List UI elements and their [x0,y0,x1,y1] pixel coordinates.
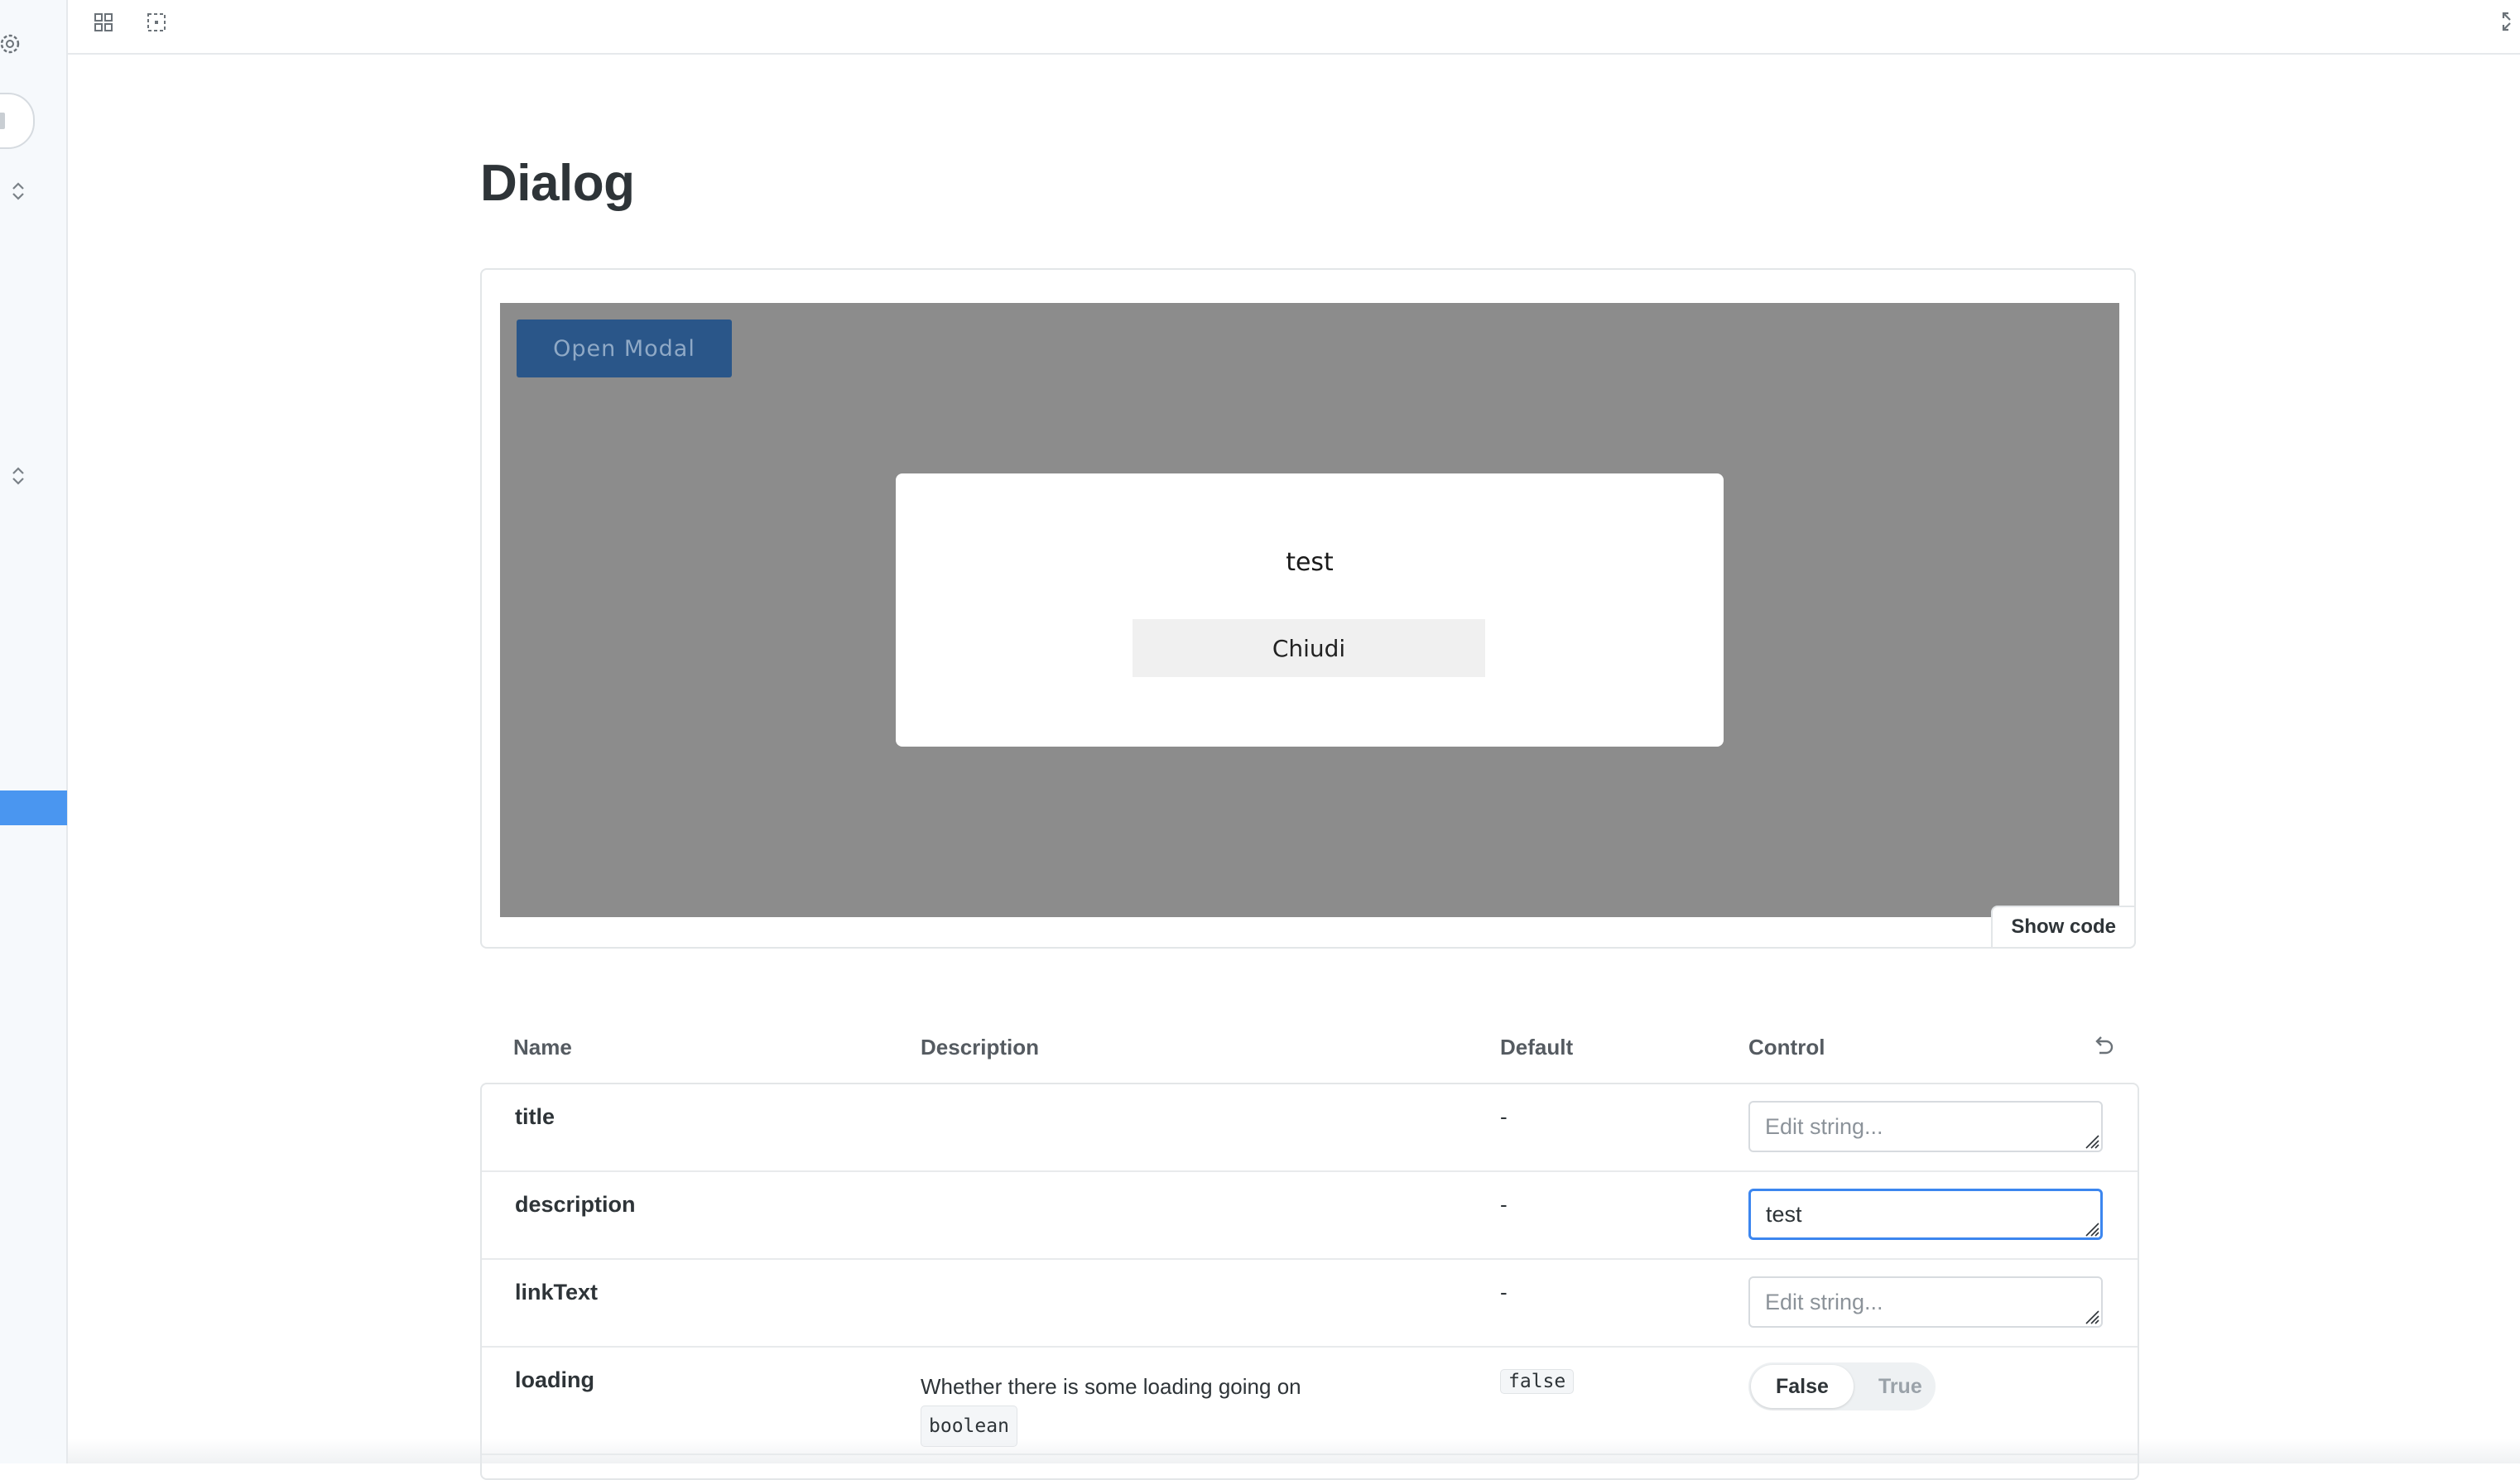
page-title: Dialog [480,155,635,212]
arg-name: description [515,1192,636,1217]
arg-default: - [1500,1104,1508,1129]
arg-default: false [1500,1367,1575,1394]
title-input[interactable] [1748,1101,2103,1152]
arg-name: linkText [515,1280,599,1305]
expand-icon[interactable] [2502,10,2520,33]
col-header-default: Default [1500,1035,1574,1060]
grid-icon[interactable] [91,10,116,35]
modal-dialog: test Chiudi [896,473,1724,747]
table-row: description - [482,1172,2138,1260]
preview-canvas: Open Modal test Chiudi [500,303,2119,917]
scroll-fade [68,1439,2520,1463]
col-header-description: Description [921,1035,1040,1060]
toolbar [68,0,2520,55]
toggle-false-option[interactable]: False [1751,1365,1854,1408]
arg-description: Whether there is some loading going on b… [921,1367,1301,1447]
sidebar-search-pill[interactable] [0,93,35,149]
col-header-name: Name [513,1035,572,1060]
story-preview: Open Modal test Chiudi Show code [480,268,2136,949]
open-modal-button[interactable]: Open Modal [517,320,732,377]
args-table: title - description - linkText - loading [480,1083,2139,1480]
chevron-updown-icon[interactable] [10,465,26,487]
sidebar [0,0,68,1463]
modal-description: test [1286,548,1334,577]
undo-icon[interactable] [2090,1035,2116,1060]
gear-icon[interactable] [0,31,25,56]
loading-toggle[interactable]: False True [1748,1362,1936,1410]
arg-name: title [515,1104,555,1129]
sidebar-item-active[interactable] [0,790,67,825]
arg-description-text: Whether there is some loading going on [921,1374,1301,1399]
arg-default: - [1500,1192,1508,1217]
show-code-button[interactable]: Show code [1991,906,2136,949]
toggle-true-option[interactable]: True [1854,1365,1947,1408]
chevron-updown-icon[interactable] [10,180,26,202]
modal-close-button[interactable]: Chiudi [1133,619,1485,677]
arg-default: - [1500,1280,1508,1305]
table-row: title - [482,1084,2138,1172]
default-chip: false [1500,1369,1575,1394]
linktext-input[interactable] [1748,1276,2103,1328]
outline-icon[interactable] [144,10,169,35]
arg-name: loading [515,1367,594,1392]
table-row: linkText - [482,1260,2138,1348]
col-header-control: Control [1748,1035,1825,1060]
args-table-header: Name Description Default Control [480,1035,2139,1081]
description-input[interactable] [1748,1189,2103,1240]
